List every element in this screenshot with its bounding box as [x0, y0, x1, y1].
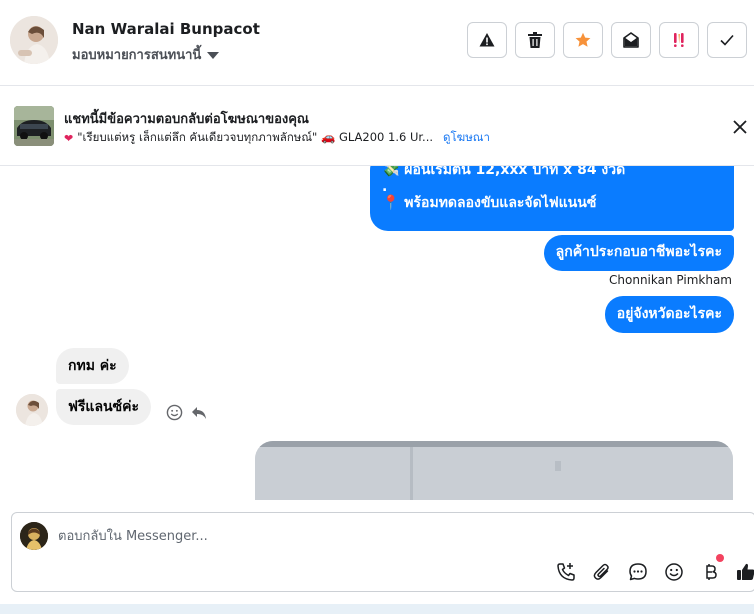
close-banner-button[interactable] — [730, 117, 750, 137]
payment-icon — [706, 564, 717, 580]
composer-toolbar — [554, 554, 754, 584]
react-button[interactable] — [166, 404, 183, 425]
header-actions — [467, 22, 747, 58]
spam-button[interactable] — [659, 22, 699, 58]
report-button[interactable] — [467, 22, 507, 58]
spam-icon — [674, 33, 684, 47]
close-icon — [733, 120, 747, 134]
image-attachment[interactable] — [255, 441, 733, 500]
delete-button[interactable] — [515, 22, 555, 58]
contact-avatar[interactable] — [10, 16, 58, 64]
envelope-open-icon — [623, 32, 639, 48]
message-line: 💸 ผ่อนเริ่มต้น 12,xxx บาท x 84 งวด — [382, 166, 626, 178]
reply-icon — [192, 407, 206, 419]
paperclip-icon — [593, 563, 609, 580]
outgoing-message[interactable]: 💸 ผ่อนเริ่มต้น 12,xxx บาท x 84 งวด . 📍 พ… — [370, 166, 734, 231]
ad-description-row: ❤ "เรียบแต่หรู เล็กแต่ลึก คันเดียวจบทุกภ… — [64, 129, 490, 147]
reply-input[interactable] — [58, 525, 658, 547]
page-avatar — [20, 522, 48, 550]
assign-conversation-dropdown[interactable]: มอบหมายการสนทนานี้ — [72, 44, 220, 65]
trash-icon — [528, 32, 542, 48]
thumbs-up-icon — [737, 563, 754, 580]
star-button[interactable] — [563, 22, 603, 58]
emoji-button[interactable] — [662, 560, 686, 584]
heart-icon: ❤ — [64, 131, 74, 145]
incoming-message[interactable]: กทม ค่ะ — [56, 348, 129, 384]
message-thread[interactable]: 💸 ผ่อนเริ่มต้น 12,xxx บาท x 84 งวด . 📍 พ… — [0, 166, 754, 500]
ad-thumbnail[interactable] — [14, 106, 54, 146]
saved-replies-button[interactable] — [626, 560, 650, 584]
view-ad-link[interactable]: ดูโฆษณา — [443, 129, 490, 147]
ad-text: "เรียบแต่หรู เล็กแต่ลึก คันเดียวจบทุกภาพ… — [77, 130, 434, 144]
reply-composer — [11, 512, 754, 592]
outgoing-message[interactable]: ลูกค้าประกอบอาชีพอะไรคะ — [543, 235, 734, 271]
like-button[interactable] — [734, 560, 754, 584]
incoming-message[interactable]: ฟรีแลนซ์ค่ะ — [56, 389, 151, 425]
message-actions — [166, 404, 207, 425]
ad-reply-banner: แชทนี้มีข้อความตอบกลับต่อโฆษณาของคุณ ❤ "… — [0, 86, 754, 166]
call-button[interactable] — [554, 560, 578, 584]
assign-label: มอบหมายการสนทนานี้ — [72, 48, 202, 63]
check-icon — [720, 34, 734, 46]
outgoing-message[interactable]: อยู่จังหวัดอะไรคะ — [604, 296, 734, 333]
emoji-icon — [665, 563, 683, 581]
star-icon — [575, 32, 591, 47]
call-icon — [557, 563, 575, 581]
attach-button[interactable] — [590, 560, 614, 584]
ad-banner-title: แชทนี้มีข้อความตอบกลับต่อโฆษณาของคุณ — [64, 112, 309, 127]
saved-reply-icon — [629, 563, 647, 581]
notification-dot — [716, 554, 724, 562]
reply-button[interactable] — [191, 405, 207, 424]
done-button[interactable] — [707, 22, 747, 58]
conversation-header: Nan Waralai Bunpacot มอบหมายการสนทนานี้ — [0, 0, 754, 86]
message-line: 📍 พร้อมทดลองขับและจัดไฟแนนซ์ — [382, 195, 597, 211]
caret-down-icon — [207, 51, 220, 59]
contact-name: Nan Waralai Bunpacot — [72, 20, 260, 38]
sender-name: Chonnikan Pimkham — [609, 273, 732, 287]
payment-button[interactable] — [698, 554, 724, 584]
footer-strip — [0, 604, 754, 614]
contact-avatar-small[interactable] — [16, 394, 48, 426]
mark-unread-button[interactable] — [611, 22, 651, 58]
message-line: . — [382, 179, 388, 195]
warning-icon — [479, 33, 495, 47]
smiley-icon — [166, 404, 183, 421]
